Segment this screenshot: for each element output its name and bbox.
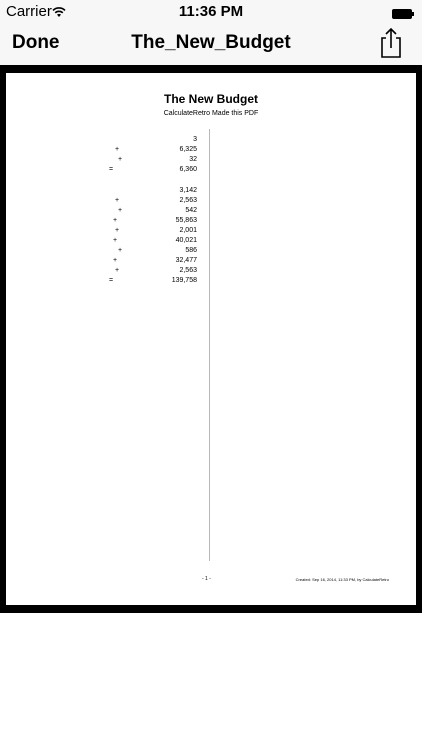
tape-line: +2,563 xyxy=(106,197,197,207)
tape-operator: + xyxy=(115,146,120,154)
tape-value: 139,758 xyxy=(171,277,197,285)
status-time: 11:36 PM xyxy=(178,3,244,20)
pdf-page: The New Budget CalculateRetro Made this … xyxy=(6,73,416,605)
tape-value: 2,001 xyxy=(179,226,197,234)
tape-line: +6,325 xyxy=(106,146,197,156)
document-subtitle: CalculateRetro Made this PDF xyxy=(163,110,259,117)
tape-line: = 6,360 xyxy=(106,166,197,176)
tape-line: +2,001 xyxy=(106,227,197,237)
tape-value: 542 xyxy=(185,206,197,214)
tape-operator: + xyxy=(115,196,120,204)
tape-value: 2,563 xyxy=(179,267,197,275)
tape-operator: + xyxy=(118,247,123,255)
tape-operator: + xyxy=(118,156,123,164)
tape-operator: = xyxy=(109,277,114,285)
column-divider xyxy=(209,129,210,561)
tape-value: 3,142 xyxy=(179,186,197,194)
pdf-viewer[interactable]: The New Budget CalculateRetro Made this … xyxy=(0,65,422,613)
tape-line: +32,477 xyxy=(106,257,197,267)
tape-value: 55,863 xyxy=(175,216,197,224)
tape-line: +40,021 xyxy=(106,237,197,247)
tape-operator: = xyxy=(109,166,114,174)
tape-line: +586 xyxy=(106,247,197,257)
tape-value: 3 xyxy=(193,136,197,143)
tape-line: +55,863 xyxy=(106,217,197,227)
tape-operator: + xyxy=(115,267,120,275)
tape-line: +32 xyxy=(106,156,197,166)
tape-operator: + xyxy=(113,257,118,265)
battery-icon xyxy=(392,6,414,19)
tape-value: 2,563 xyxy=(179,196,197,204)
tape-value: 40,021 xyxy=(175,237,197,244)
navigation-bar: Done The_New_Budget xyxy=(0,22,422,65)
tape-value: 586 xyxy=(185,247,197,255)
tape-operator: + xyxy=(118,206,123,214)
tape-line: = 139,758 xyxy=(106,277,197,287)
tape-operator: + xyxy=(113,237,118,244)
created-footer: Created: Sep 16, 2014, 11:33 PM, by Calc… xyxy=(295,577,389,582)
tape-value: 6,360 xyxy=(179,166,197,174)
tape-line: 3 xyxy=(106,136,197,146)
tape-line: 3,142 xyxy=(106,187,197,197)
tape-value: 32 xyxy=(189,156,197,164)
tape-line: +2,563 xyxy=(106,267,197,277)
tape-line: +542 xyxy=(106,207,197,217)
page-number: - 1 - xyxy=(202,576,211,582)
share-icon[interactable] xyxy=(376,27,406,59)
tape-value: 6,325 xyxy=(179,146,197,154)
nav-title: The_New_Budget xyxy=(131,32,291,53)
done-button[interactable]: Done xyxy=(12,32,60,54)
tape-line xyxy=(106,176,197,186)
tape-operator: + xyxy=(115,226,120,234)
status-bar: Carrier 11:36 PM xyxy=(0,0,422,22)
tape-value: 32,477 xyxy=(175,257,197,265)
document-title: The New Budget xyxy=(163,92,258,106)
tape-operator: + xyxy=(113,216,118,224)
